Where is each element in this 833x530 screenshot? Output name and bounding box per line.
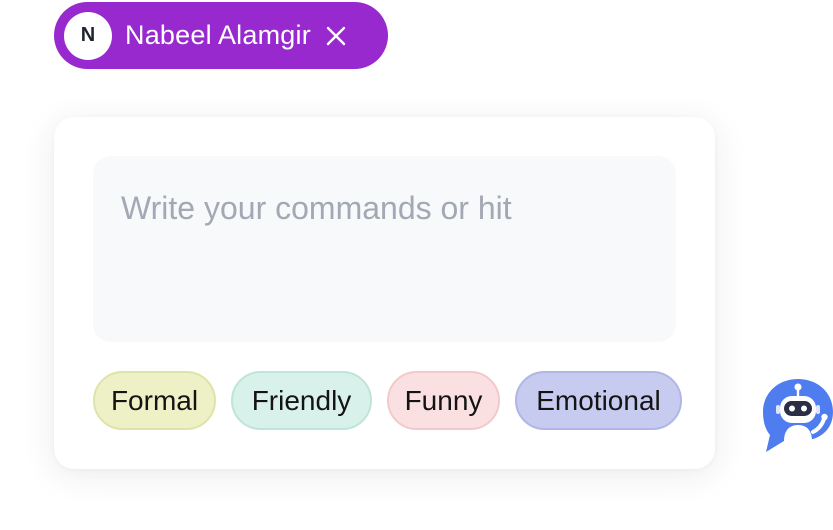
command-input[interactable] bbox=[121, 190, 648, 227]
tone-funny-button[interactable]: Funny bbox=[387, 371, 500, 430]
composer-card: Formal Friendly Funny Emotional bbox=[54, 117, 715, 469]
user-chip: N Nabeel Alamgir bbox=[54, 2, 388, 69]
robot-icon bbox=[763, 379, 833, 452]
remove-user-button[interactable] bbox=[325, 25, 347, 47]
tone-label: Formal bbox=[110, 384, 199, 416]
tone-formal-button[interactable]: Formal bbox=[93, 371, 216, 430]
avatar-initial: N bbox=[80, 24, 96, 46]
command-box[interactable] bbox=[93, 156, 676, 342]
page: N Nabeel Alamgir Formal Friendly Funny E… bbox=[0, 0, 833, 530]
tone-friendly-button[interactable]: Friendly bbox=[231, 371, 372, 430]
close-icon bbox=[326, 26, 346, 45]
user-name: Nabeel Alamgir bbox=[125, 20, 311, 50]
tone-emotional-button[interactable]: Emotional bbox=[515, 371, 682, 430]
tone-options: Formal Friendly Funny Emotional bbox=[93, 371, 682, 430]
tone-label: Funny bbox=[404, 384, 483, 416]
avatar: N bbox=[64, 11, 112, 60]
assistant-bot-button[interactable] bbox=[762, 375, 833, 453]
tone-label: Friendly bbox=[251, 384, 352, 416]
tone-label: Emotional bbox=[536, 384, 661, 416]
